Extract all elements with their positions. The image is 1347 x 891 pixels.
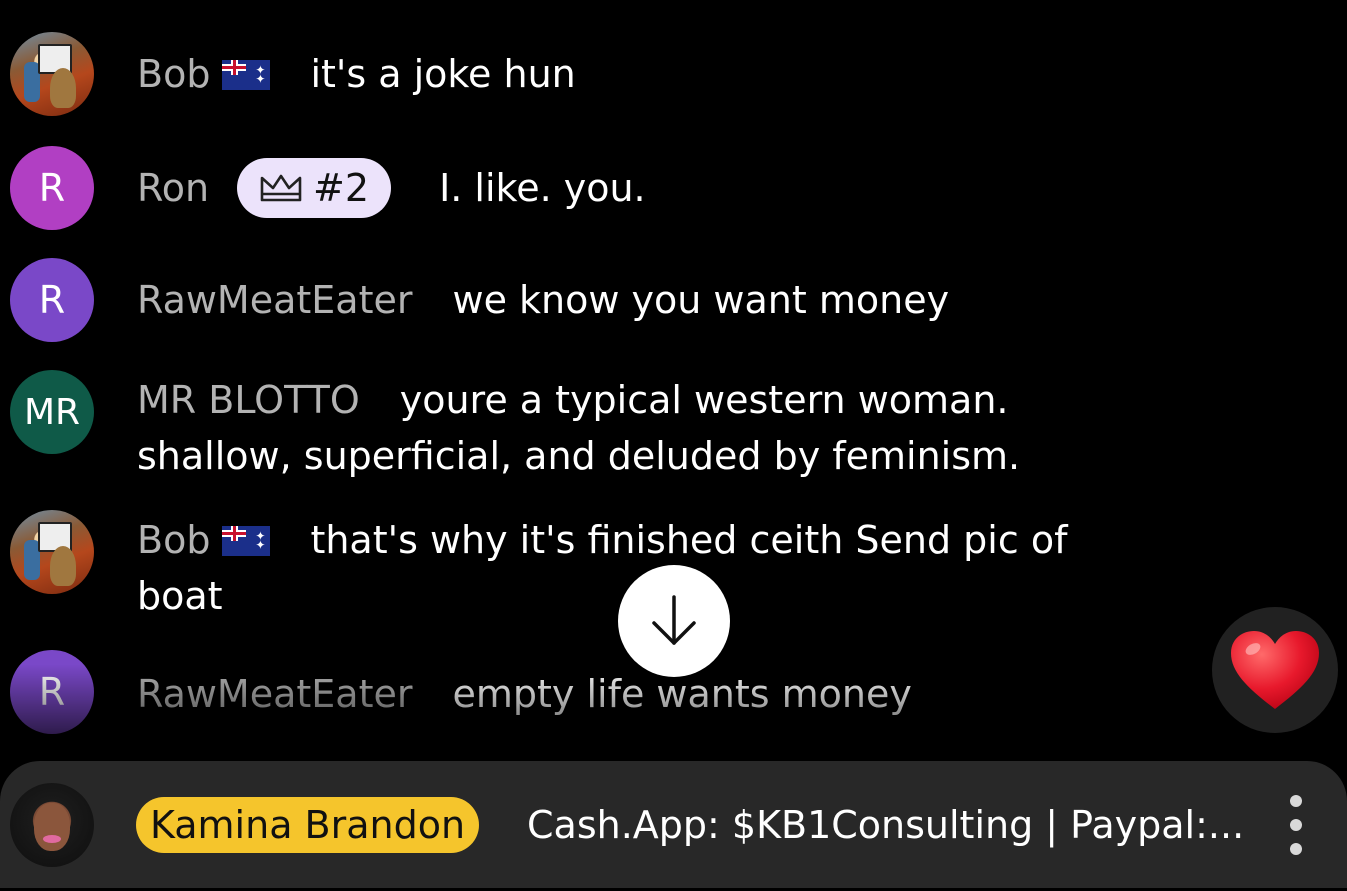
username[interactable]: Bob — [137, 518, 210, 562]
username[interactable]: Ron — [137, 166, 209, 210]
more-vert-icon[interactable] — [1280, 795, 1312, 855]
avatar-initial: R — [38, 670, 66, 714]
pinned-message-bar[interactable]: Kamina Brandon Cash.App: $KB1Consulting … — [0, 761, 1347, 888]
message-body: RawMeatEater empty life wants money — [137, 666, 1137, 722]
avatar-initial: MR — [23, 391, 81, 433]
message-text: I. like. you. — [439, 166, 646, 210]
message-body: Ron #2 I. like. you. — [137, 157, 1137, 221]
avatar[interactable]: R — [10, 650, 94, 734]
username[interactable]: MR BLOTTO — [137, 378, 360, 422]
channel-owner-tag[interactable]: Kamina Brandon — [136, 797, 480, 853]
avatar[interactable]: R — [10, 258, 94, 342]
rank-badge[interactable]: #2 — [237, 157, 392, 218]
message-body: RawMeatEater we know you want money — [137, 272, 1137, 328]
message-text: we know you want money — [452, 278, 950, 322]
australia-flag-icon: ✦ ✦ — [222, 526, 271, 556]
avatar-initial: R — [38, 278, 66, 322]
crown-icon — [260, 174, 302, 201]
pinned-avatar[interactable] — [10, 783, 94, 867]
message-body: Bob ✦ ✦ it's a joke hun — [137, 46, 1137, 102]
avatar[interactable]: MR — [10, 370, 94, 454]
heart-reaction-button[interactable] — [1212, 607, 1338, 733]
australia-flag-icon: ✦ ✦ — [222, 60, 271, 90]
username[interactable]: RawMeatEater — [137, 672, 412, 716]
arrow-down-icon — [652, 595, 696, 645]
heart-icon — [1231, 631, 1319, 709]
avatar[interactable] — [10, 510, 94, 594]
pinned-message-text: Cash.App: $KB1Consulting | Paypal:... — [527, 803, 1245, 847]
badge-rank: #2 — [313, 165, 370, 210]
message-text: empty life wants money — [452, 672, 912, 716]
message-body: MR BLOTTO youre a typical western woman. … — [137, 372, 1137, 484]
avatar[interactable]: R — [10, 146, 94, 230]
message-text: that's why it's finished ceith Send pic … — [137, 518, 1068, 618]
message-text: it's a joke hun — [310, 52, 576, 96]
avatar-initial: R — [38, 166, 66, 210]
username[interactable]: RawMeatEater — [137, 278, 412, 322]
avatar[interactable] — [10, 32, 94, 116]
username[interactable]: Bob — [137, 52, 210, 96]
scroll-to-bottom-button[interactable] — [618, 565, 730, 677]
